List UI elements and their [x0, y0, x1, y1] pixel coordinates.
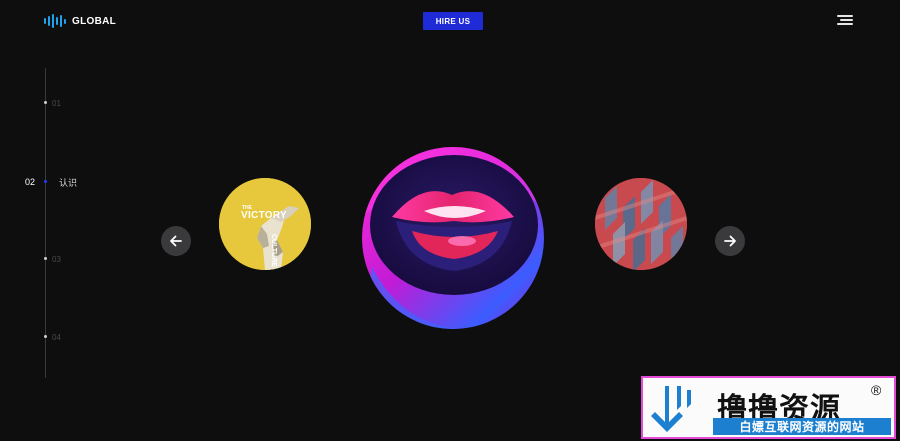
- statue-image: [219, 178, 311, 270]
- watermark-badge: 撸撸资源 ® 白嫖互联网资源的网站: [641, 376, 896, 439]
- lips-image: [362, 147, 544, 329]
- pattern-image: [595, 178, 687, 270]
- registered-mark: ®: [871, 382, 882, 398]
- watermark-subtitle: 白嫖互联网资源的网站: [713, 418, 891, 435]
- nav-item-number: 04: [52, 332, 61, 342]
- nav-item-number: 03: [52, 254, 61, 264]
- nav-item-label: 认识: [59, 177, 78, 188]
- slide-victory-culture[interactable]: THE VICTORY CULTURE: [219, 178, 311, 270]
- arrow-left-icon: [170, 235, 182, 247]
- nav-dot-04: [44, 335, 47, 338]
- nav-dot-02: [44, 180, 47, 183]
- nav-item-number: 01: [52, 98, 61, 108]
- slide-geometric-pattern[interactable]: [595, 178, 687, 270]
- nav-track-line: [45, 68, 46, 378]
- brand-name: GLOBAL: [72, 15, 117, 27]
- brand-logo[interactable]: GLOBAL: [44, 12, 116, 30]
- nav-item-01[interactable]: 01: [52, 97, 61, 109]
- nav-item-02[interactable]: 02 认识: [25, 176, 77, 188]
- page: GLOBAL HIRE US 01 02 认识 03 04 THE VICTOR…: [0, 0, 900, 441]
- next-slide-button[interactable]: [715, 226, 745, 256]
- prev-slide-button[interactable]: [161, 226, 191, 256]
- soundwave-icon: [44, 13, 66, 29]
- hamburger-menu-icon[interactable]: [837, 14, 853, 26]
- nav-item-number: 02: [25, 177, 36, 187]
- slide-lips[interactable]: [362, 147, 544, 329]
- slide-caption-big: VICTORY: [241, 210, 287, 221]
- arrow-right-icon: [724, 235, 736, 247]
- nav-dot-01: [44, 101, 47, 104]
- slide-caption-vertical: CULTURE: [270, 234, 277, 267]
- nav-dot-03: [44, 257, 47, 260]
- hire-us-button[interactable]: HIRE US: [423, 12, 483, 30]
- nav-item-04[interactable]: 04: [52, 331, 61, 343]
- watermark-logo-icon: [643, 378, 703, 437]
- nav-item-03[interactable]: 03: [52, 253, 61, 265]
